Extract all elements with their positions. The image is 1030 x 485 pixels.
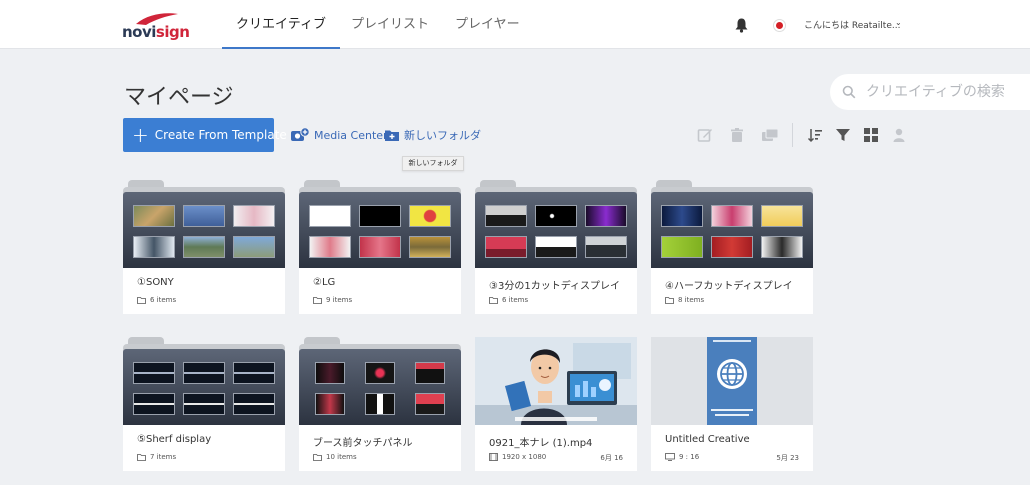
folder-card[interactable]: ②LG 9 items <box>299 180 461 314</box>
folder-item-count: 6 items <box>137 296 176 304</box>
folder-icon <box>665 296 674 304</box>
plus-icon: + <box>132 123 149 147</box>
folder-info: ④ハーフカットディスプレイ 8 items <box>651 268 813 314</box>
folder-card[interactable]: ⑤Sherf display 7 items <box>123 337 285 471</box>
folder-thumbnail <box>651 180 813 268</box>
new-folder-link[interactable]: 新しいフォルダ <box>384 126 481 144</box>
folder-info: ブース前タッチパネル 10 items <box>299 425 461 471</box>
folder-item-count: 6 items <box>489 296 528 304</box>
creative-aspect-ratio: 9 : 16 <box>665 453 699 461</box>
folder-item-count: 8 items <box>665 296 704 304</box>
folder-icon <box>313 296 322 304</box>
folder-name: ⑤Sherf display <box>137 434 212 445</box>
folder-name: ブース前タッチパネル <box>313 438 413 449</box>
media-center-label: Media Center <box>314 128 388 142</box>
tab-playlist[interactable]: プレイリスト <box>351 0 429 49</box>
folder-name: ④ハーフカットディスプレイ <box>665 281 793 292</box>
search-input[interactable] <box>866 81 1026 103</box>
create-from-template-label: Create From Template <box>154 128 287 142</box>
video-thumbnail <box>475 337 637 425</box>
grid-view-icon[interactable] <box>863 127 879 143</box>
folder-card[interactable]: ④ハーフカットディスプレイ 8 items <box>651 180 813 314</box>
user-greeting[interactable]: こんにちは Reatailte... <box>804 18 900 31</box>
folder-info: ⑤Sherf display 7 items <box>123 425 285 471</box>
folder-icon <box>137 453 146 461</box>
folder-card[interactable]: ③3分の1カットディスプレイ 6 items <box>475 180 637 314</box>
folder-thumbnail <box>123 180 285 268</box>
folder-card[interactable]: ブース前タッチパネル 10 items <box>299 337 461 471</box>
folder-info: ③3分の1カットディスプレイ 6 items <box>475 268 637 314</box>
folder-thumbnail <box>299 337 461 425</box>
folder-name: ①SONY <box>137 277 174 288</box>
new-folder-label: 新しいフォルダ <box>404 129 481 142</box>
novisign-logo[interactable]: novisign <box>122 12 192 41</box>
creative-card[interactable]: Untitled Creative 9 : 16 5月 23 <box>651 337 813 471</box>
creative-thumbnail <box>651 337 813 425</box>
edit-icon[interactable] <box>697 127 713 143</box>
creative-date: 6月 16 <box>600 454 623 462</box>
creative-name: Untitled Creative <box>665 434 750 445</box>
creative-name: 0921_本ナレ (1).mp4 <box>489 438 593 449</box>
folder-info: ②LG 9 items <box>299 268 461 314</box>
creative-info: 0921_本ナレ (1).mp4 1920 x 1080 6月 16 <box>475 425 637 471</box>
creative-info: Untitled Creative 9 : 16 5月 23 <box>651 425 813 471</box>
folder-card[interactable]: ①SONY 6 items <box>123 180 285 314</box>
creative-date: 5月 23 <box>776 454 799 462</box>
new-folder-tooltip: 新しいフォルダ <box>402 156 464 171</box>
user-icon[interactable] <box>891 127 907 143</box>
sort-icon[interactable] <box>807 127 823 143</box>
create-from-template-button[interactable]: + Create From Template <box>123 118 287 152</box>
bell-icon[interactable] <box>734 17 749 33</box>
logo-text: novisign <box>122 23 190 41</box>
creative-card[interactable]: 0921_本ナレ (1).mp4 1920 x 1080 6月 16 <box>475 337 637 471</box>
monitor-icon <box>665 453 675 461</box>
folder-name: ②LG <box>313 277 336 288</box>
copy-icon[interactable] <box>761 127 779 143</box>
folder-info: ①SONY 6 items <box>123 268 285 314</box>
folder-thumbnail <box>299 180 461 268</box>
filter-icon[interactable] <box>835 127 851 143</box>
folder-icon <box>489 296 498 304</box>
folder-name: ③3分の1カットディスプレイ <box>489 281 620 292</box>
creative-resolution: 1920 x 1080 <box>489 453 546 461</box>
japan-flag-icon[interactable] <box>773 19 786 32</box>
media-center-icon <box>291 127 310 141</box>
folder-icon <box>313 453 322 461</box>
search-icon <box>842 85 856 99</box>
folder-icon <box>137 296 146 304</box>
new-folder-icon <box>385 130 399 141</box>
tab-player[interactable]: プレイヤー <box>455 0 520 49</box>
folder-thumbnail <box>475 180 637 268</box>
tab-creative[interactable]: クリエイティブ <box>222 0 340 49</box>
chevron-down-icon[interactable]: ⌄ <box>895 18 902 27</box>
trash-icon[interactable] <box>729 127 745 143</box>
folder-item-count: 10 items <box>313 453 357 461</box>
page-title: マイページ <box>124 85 234 110</box>
film-icon <box>489 453 498 461</box>
folder-item-count: 7 items <box>137 453 176 461</box>
folder-thumbnail <box>123 337 285 425</box>
folder-item-count: 9 items <box>313 296 352 304</box>
top-navigation-bar: novisign クリエイティブ プレイリスト プレイヤー こんにちは Reat… <box>0 0 1030 49</box>
toolbar-divider <box>792 123 793 147</box>
media-center-link[interactable]: Media Center <box>290 126 388 144</box>
